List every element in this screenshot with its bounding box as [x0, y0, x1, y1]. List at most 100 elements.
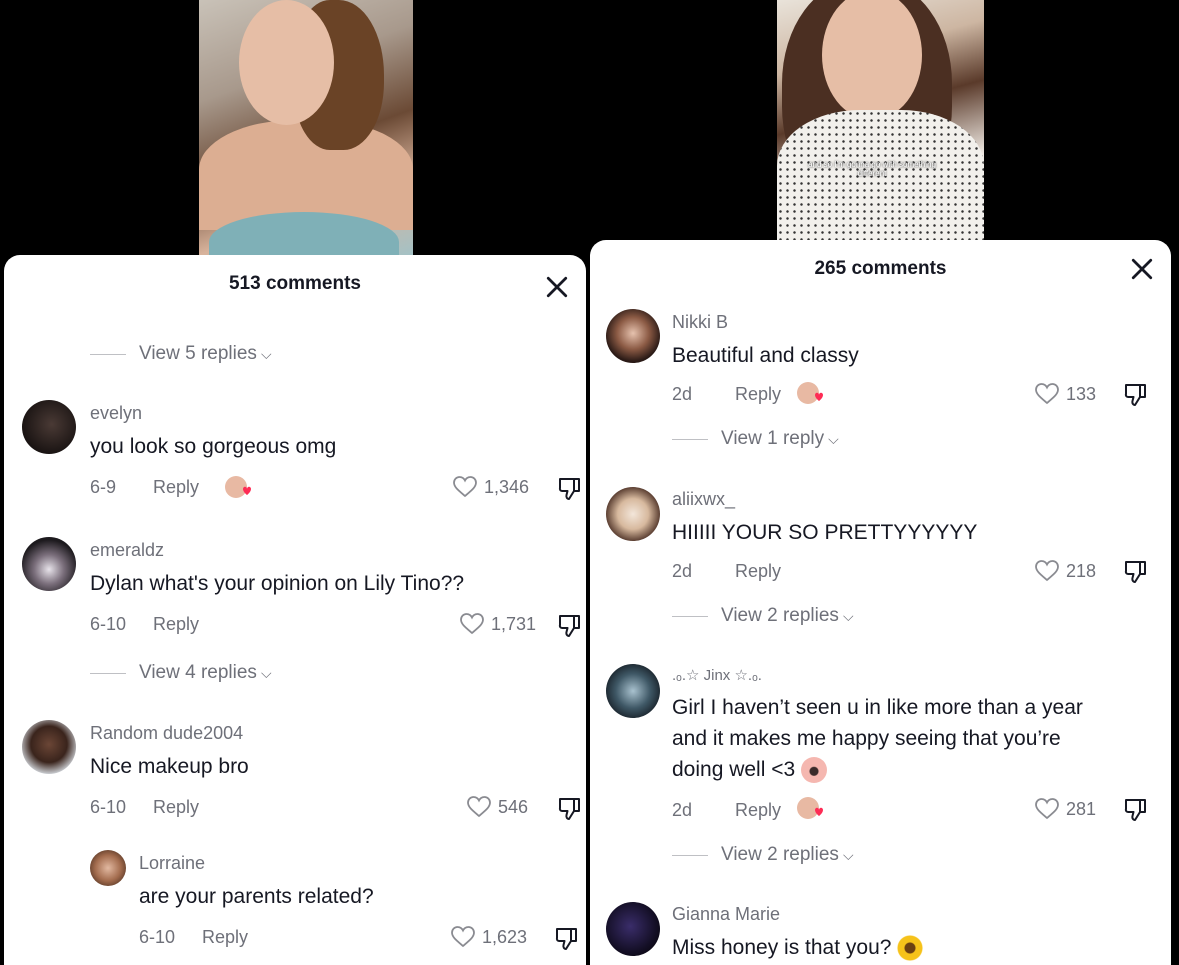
shocked-face-emoji-icon — [801, 757, 828, 784]
like-count: 546 — [498, 796, 529, 817]
like-button[interactable]: 546 — [466, 795, 528, 819]
sunflower-emoji-icon — [897, 935, 924, 962]
comment-text-tail: doing well <3 — [672, 758, 796, 781]
divider-line — [672, 615, 708, 617]
comments-header: 513 comments — [4, 255, 586, 315]
like-button[interactable]: 281 — [1034, 797, 1096, 821]
comment-date: 6-10 — [90, 614, 127, 634]
comment-username[interactable]: Gianna Marie — [672, 904, 780, 925]
comments-sheet: 513 comments View 5 replies ⌵ evelyn you… — [4, 255, 586, 965]
like-count: 1,346 — [484, 476, 530, 497]
creator-liked-icon — [224, 475, 254, 501]
comment-username[interactable]: evelyn — [90, 403, 142, 424]
comment-text: are your parents related? — [139, 885, 374, 908]
comment-text-line: and it makes me happy seeing that you’re — [672, 727, 1061, 750]
comment-text-line: Girl I haven’t seen u in like more than … — [672, 696, 1083, 719]
comment-username[interactable]: aliixwx_ — [672, 489, 735, 510]
view-replies-button[interactable]: View 5 replies ⌵ — [90, 343, 272, 365]
close-icon[interactable] — [542, 272, 572, 302]
reply-button[interactable]: Reply — [153, 797, 199, 818]
comment-meta: 2d Reply — [672, 384, 781, 405]
video-caption: and so I'm gonna go with something diffe… — [808, 160, 936, 178]
comment-text: Miss honey is that you? — [672, 932, 924, 963]
heart-icon — [451, 926, 475, 948]
avatar[interactable] — [606, 664, 660, 718]
view-replies-button[interactable]: View 4 replies ⌵ — [90, 662, 272, 684]
divider-line — [672, 854, 708, 856]
avatar[interactable] — [22, 400, 76, 454]
chevron-down-icon: ⌵ — [828, 430, 839, 447]
view-replies-button[interactable]: View 1 reply ⌵ — [672, 428, 839, 450]
comment-count: 265 comments — [814, 258, 947, 279]
comment-count: 513 comments — [228, 273, 361, 294]
comment-date: 2d — [672, 384, 693, 404]
view-replies-label: View 1 reply — [721, 428, 825, 449]
like-count: 281 — [1066, 798, 1097, 819]
comment-meta: 6-10 Reply — [90, 614, 199, 635]
view-replies-button[interactable]: View 2 replies ⌵ — [672, 605, 854, 627]
comment-meta: 6-10 Reply — [139, 927, 248, 948]
comment-text: HIIIII YOUR SO PRETTYYYYYY — [672, 521, 978, 544]
reply-button[interactable]: Reply — [735, 561, 781, 582]
comment-text-line: doing well <3 — [672, 754, 828, 785]
dislike-icon[interactable] — [556, 475, 584, 503]
chevron-down-icon: ⌵ — [842, 607, 854, 624]
comment-text: Dylan what's your opinion on Lily Tino?? — [90, 572, 465, 595]
dislike-icon[interactable] — [1122, 796, 1150, 824]
comment-date: 2d — [672, 800, 693, 820]
creator-liked-icon — [796, 381, 826, 407]
comment-meta: 6-10 Reply — [90, 797, 199, 818]
video-preview[interactable] — [199, 0, 413, 262]
comment-text: you look so gorgeous omg — [90, 435, 337, 458]
comment-username[interactable]: .ₒ.☆ Jinx ☆.ₒ. — [672, 666, 762, 684]
reply-button[interactable]: Reply — [153, 614, 199, 635]
chevron-down-icon: ⌵ — [842, 846, 854, 863]
comment-username[interactable]: Lorraine — [139, 853, 205, 874]
reply-button[interactable]: Reply — [735, 384, 781, 405]
reply-button[interactable]: Reply — [202, 927, 248, 948]
dislike-icon[interactable] — [1122, 381, 1150, 409]
like-count: 133 — [1066, 383, 1097, 404]
avatar[interactable] — [606, 487, 660, 541]
dislike-icon[interactable] — [1122, 558, 1150, 586]
comment-date: 6-10 — [90, 797, 127, 817]
like-button[interactable]: 1,623 — [450, 925, 527, 949]
comment-meta: 6-9 Reply — [90, 477, 199, 498]
like-button[interactable]: 1,346 — [452, 475, 529, 499]
heart-icon — [460, 613, 484, 635]
comment-username[interactable]: Nikki B — [672, 312, 728, 333]
close-icon[interactable] — [1127, 254, 1157, 284]
video-face — [239, 0, 334, 125]
dislike-icon[interactable] — [556, 612, 584, 640]
view-replies-button[interactable]: View 2 replies ⌵ — [672, 844, 854, 866]
comment-username[interactable]: emeraldz — [90, 540, 164, 561]
divider-line — [90, 672, 126, 674]
avatar[interactable] — [90, 850, 126, 886]
like-button[interactable]: 1,731 — [459, 612, 536, 636]
comments-sheet: 265 comments Nikki B Beautiful and class… — [590, 240, 1171, 965]
comment-date: 6-10 — [139, 927, 176, 947]
comments-header: 265 comments — [590, 240, 1171, 300]
heart-icon — [1035, 383, 1059, 405]
like-button[interactable]: 218 — [1034, 559, 1096, 583]
chevron-down-icon: ⌵ — [260, 664, 272, 681]
avatar[interactable] — [606, 902, 660, 956]
view-replies-label: View 2 replies — [721, 844, 839, 865]
avatar[interactable] — [22, 720, 76, 774]
reply-button[interactable]: Reply — [735, 800, 781, 821]
like-count: 218 — [1066, 560, 1097, 581]
reply-button[interactable]: Reply — [153, 477, 199, 498]
view-replies-label: View 5 replies — [139, 343, 257, 364]
view-replies-label: View 4 replies — [139, 662, 257, 683]
dislike-icon[interactable] — [556, 795, 584, 823]
avatar[interactable] — [606, 309, 660, 363]
video-preview[interactable]: and so I'm gonna go with something diffe… — [777, 0, 984, 245]
avatar[interactable] — [22, 537, 76, 591]
comment-username[interactable]: Random dude2004 — [90, 723, 243, 744]
heart-icon — [467, 796, 491, 818]
right-screenshot: and so I'm gonna go with something diffe… — [590, 0, 1179, 965]
left-screenshot: 513 comments View 5 replies ⌵ evelyn you… — [0, 0, 590, 965]
heart-icon — [453, 476, 477, 498]
dislike-icon[interactable] — [553, 925, 581, 953]
like-button[interactable]: 133 — [1034, 382, 1096, 406]
